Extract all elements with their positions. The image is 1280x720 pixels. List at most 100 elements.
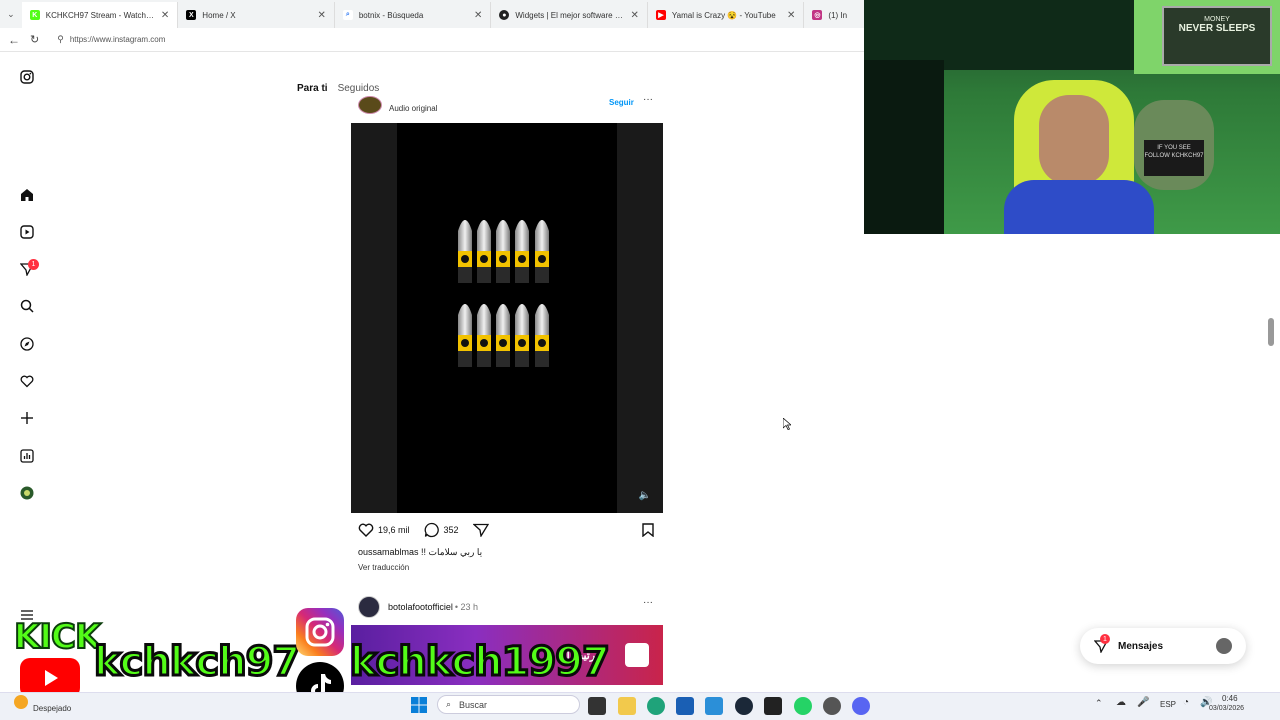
avatar[interactable] <box>358 596 380 618</box>
page-scrollbar[interactable] <box>1268 318 1274 346</box>
tab-title: KCHKCH97 Stream - Watch Live o <box>45 10 155 20</box>
edge-browser-icon[interactable] <box>647 697 665 715</box>
tab-title: (1) In <box>828 10 848 20</box>
reels-icon[interactable] <box>19 224 35 240</box>
search-icon: ⌕ <box>446 699 452 709</box>
browser-tab-youtube[interactable]: ▶ Yamal is Crazy 😵 - YouTube ✕ <box>648 2 805 28</box>
post2-username[interactable]: botolafootofficiel <box>388 602 453 612</box>
taskbar-search-placeholder: Buscar <box>459 699 488 710</box>
tab-title: Widgets | El mejor software para p <box>515 10 624 20</box>
poster-subtitle: MONEY <box>1204 16 1230 23</box>
discord-icon[interactable] <box>852 697 870 715</box>
messages-badge: 1 <box>1100 634 1110 644</box>
post-actions: 19,6 mil 352 <box>358 522 489 538</box>
wifi-icon[interactable]: ◔ <box>1183 697 1189 708</box>
instagram-icon: ◎ <box>812 10 823 20</box>
likes-count[interactable]: 19,6 mil <box>378 525 410 535</box>
browser-tab-instagram[interactable]: ◎ (1) In <box>804 2 864 28</box>
explore-icon[interactable] <box>19 336 35 352</box>
vscode-icon[interactable] <box>705 697 723 715</box>
windows-taskbar <box>0 692 1280 720</box>
browser-tab-widgets[interactable]: ● Widgets | El mejor software para p ✕ <box>491 2 648 28</box>
close-icon[interactable]: ✕ <box>787 10 795 21</box>
tab-for-you[interactable]: Para ti <box>297 83 328 94</box>
back-icon[interactable]: ← <box>8 33 20 47</box>
clock-time[interactable]: 0:46 <box>1222 694 1238 703</box>
post-caption: oussamablmas !! يا ربي سلامات <box>358 547 483 557</box>
bookmark-icon[interactable] <box>641 523 655 537</box>
profile-avatar-icon[interactable] <box>19 485 35 501</box>
youtube-icon: ▶ <box>655 10 666 20</box>
poster-title: NEVER SLEEPS <box>1178 23 1256 34</box>
close-icon[interactable]: ✕ <box>474 10 482 21</box>
network-icon[interactable]: ☁ <box>1116 697 1126 708</box>
post2-header: botolafootofficiel • 23 h <box>358 596 478 618</box>
github-icon: ● <box>499 10 510 20</box>
microphone-icon[interactable]: 🎤 <box>1137 697 1149 708</box>
taskbar-search[interactable]: ⌕ Buscar <box>437 695 580 714</box>
comments-count[interactable]: 352 <box>444 525 459 535</box>
obs-icon[interactable] <box>823 697 841 715</box>
file-explorer-icon[interactable] <box>618 697 636 715</box>
site-info-icon[interactable]: ⚲ <box>57 34 64 45</box>
tray-chevron-icon[interactable]: ⌃ <box>1095 698 1103 709</box>
heart-icon[interactable] <box>19 373 35 389</box>
whatsapp-icon[interactable] <box>794 697 812 715</box>
like-heart-icon[interactable] <box>358 523 374 537</box>
url-field[interactable]: ⚲ https://www.instagram.com <box>57 34 165 45</box>
instagram-logo-icon <box>296 608 344 656</box>
radioactive-bullets-image <box>458 220 549 367</box>
browser-tab-bar: ⌄ K KCHKCH97 Stream - Watch Live o ✕ X H… <box>0 0 864 28</box>
kick-icon: K <box>29 10 40 20</box>
more-options-icon[interactable]: ··· <box>643 94 653 105</box>
address-bar: ← ↻ ⚲ https://www.instagram.com <box>0 28 864 52</box>
comment-icon[interactable] <box>424 522 440 538</box>
league-logo <box>625 643 649 667</box>
tab-following[interactable]: Seguidos <box>338 83 380 94</box>
more-options-icon[interactable]: ··· <box>643 597 653 608</box>
weather-sun-icon[interactable] <box>14 695 28 709</box>
x-app-icon[interactable] <box>764 697 782 715</box>
store-icon[interactable] <box>676 697 694 715</box>
instagram-sidebar: 1 <box>0 52 54 692</box>
browser-tab-search[interactable]: ⌕ botnix - Búsqueda ✕ <box>335 2 492 28</box>
post-video[interactable]: 🔈 <box>351 123 663 513</box>
avatar[interactable] <box>358 96 382 114</box>
tab-list-chevron-icon[interactable]: ⌄ <box>0 9 22 20</box>
home-icon[interactable] <box>19 187 35 203</box>
mouse-cursor-icon <box>783 418 791 430</box>
reload-icon[interactable]: ↻ <box>30 33 39 46</box>
windows-start-icon[interactable] <box>411 697 427 713</box>
close-icon[interactable]: ✕ <box>631 10 639 21</box>
volume-icon[interactable]: 🔈 <box>639 490 651 501</box>
dashboard-icon[interactable] <box>19 448 35 464</box>
tab-title: botnix - Búsqueda <box>358 10 424 20</box>
keyboard-language[interactable]: ESP <box>1160 700 1176 709</box>
post-header: Audio original Seguir ··· <box>358 94 663 116</box>
see-translation-link[interactable]: Ver traducción <box>358 563 409 572</box>
audio-label[interactable]: Audio original <box>389 104 437 113</box>
close-icon[interactable]: ✕ <box>317 10 325 21</box>
messages-label: Mensajes <box>1118 640 1164 652</box>
tab-title: Yamal is Crazy 😵 - YouTube <box>671 10 776 20</box>
messages-button[interactable]: 1 Mensajes <box>1080 628 1246 664</box>
weather-text[interactable]: Despejado <box>33 704 71 713</box>
create-icon[interactable] <box>19 410 35 426</box>
task-view-icon[interactable] <box>588 697 606 715</box>
search-icon[interactable] <box>19 298 35 314</box>
dark-shelf <box>864 60 944 234</box>
share-icon[interactable] <box>472 523 489 537</box>
follow-button[interactable]: Seguir <box>609 98 634 107</box>
post2-time: • 23 h <box>454 602 479 612</box>
browser-tab-x[interactable]: X Home / X ✕ <box>178 2 335 28</box>
search-icon: ⌕ <box>342 10 353 20</box>
instagram-handle-text: kchkch1997 <box>349 639 612 685</box>
kick-logo-text: KICK <box>13 616 102 658</box>
steam-icon[interactable] <box>735 697 753 715</box>
x-icon: X <box>186 10 197 20</box>
browser-tab-kick[interactable]: K KCHKCH97 Stream - Watch Live o ✕ <box>21 2 179 28</box>
clock-date[interactable]: 03/03/2026 <box>1209 705 1244 712</box>
wall-poster: MONEY NEVER SLEEPS <box>1162 6 1272 66</box>
close-icon[interactable]: ✕ <box>161 10 169 21</box>
instagram-logo-icon[interactable] <box>19 69 35 85</box>
